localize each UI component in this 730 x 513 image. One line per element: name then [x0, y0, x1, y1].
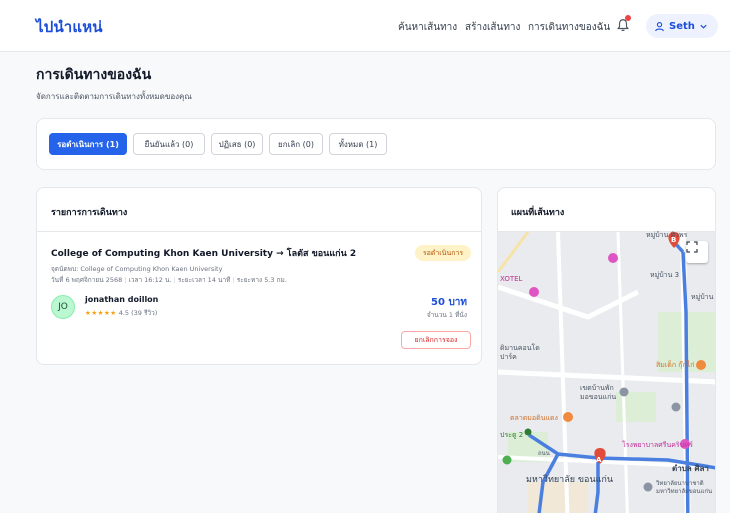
map-label-park: ดิมานคอนโด ปาร์ค — [500, 344, 540, 361]
nav-create-route[interactable]: สร้างเส้นทาง — [465, 20, 520, 35]
tab-all[interactable]: ทั้งหมด (1) — [329, 133, 387, 155]
fullscreen-glyph — [686, 241, 698, 253]
map-label-village-3: หมู่บ้าน 3 — [650, 271, 680, 279]
star-icons: ★★★★★ — [85, 309, 117, 317]
map-label-university: มหาวิทยาลัย ขอนแก่น — [526, 475, 613, 485]
trip-seats: จำนวน 1 ที่นั่ง — [426, 311, 467, 319]
status-badge: รอดำเนินการ — [415, 245, 471, 261]
map-label-tambon: ตำบล ศิลา — [672, 464, 709, 473]
top-navigation-bar: ไปนำแหน่ ค้นหาเส้นทาง สร้างเส้นทาง การเด… — [0, 0, 730, 52]
route-map-card: แผนที่เส้นทาง หมู่บ้าน ศิวพร หมู่บ้าน 3 … — [497, 187, 716, 513]
trip-time: เวลา 16:12 น. — [128, 276, 172, 284]
map-label-intl-college: วิทยาลัยนานาชาติ มหาวิทยาลัยขอนแก่น — [656, 480, 713, 495]
trip-pickup: จุดนัดพบ: College of Computing Khon Kaen… — [51, 265, 223, 273]
map-header: แผนที่เส้นทาง — [498, 188, 715, 232]
person-icon — [655, 21, 664, 31]
avatar: JO — [51, 295, 75, 319]
tab-pending[interactable]: รอดำเนินการ (1) — [49, 133, 127, 155]
nav-my-trips[interactable]: การเดินทางของฉัน — [528, 20, 610, 35]
page-subtitle: จัดการและติดตามการเดินทางทั้งหมดของคุณ — [36, 92, 192, 101]
user-name: Seth — [669, 20, 695, 32]
map-label-hospital: โรงพยาบาลศรีนครินทร์ — [622, 441, 693, 449]
notification-dot — [625, 15, 631, 21]
chevron-down-icon — [700, 24, 707, 29]
map-heading: แผนที่เส้นทาง — [511, 208, 565, 218]
fullscreen-icon[interactable] — [686, 241, 708, 263]
map-label-market: ตลาดมอดินแดง — [510, 414, 558, 422]
marker-b-label: B — [671, 236, 677, 244]
trip-list-card: รายการการเดินทาง College of Computing Kh… — [36, 187, 482, 365]
map-label-hotel: XOTEL — [500, 275, 523, 283]
tab-cancelled[interactable]: ยกเลิก (0) — [269, 133, 323, 155]
nav-search-routes[interactable]: ค้นหาเส้นทาง — [398, 20, 457, 35]
trip-distance: ระยะทาง 5.3 กม. — [236, 276, 287, 284]
trip-duration: ระยะเวลา 14 นาที — [177, 276, 231, 284]
route-map[interactable]: หมู่บ้าน ศิวพร หมู่บ้าน 3 หมู่บ้าน 2 XOT… — [498, 231, 715, 513]
map-label-guest-house: เขตบ้านพัก มอขอนแก่น — [580, 384, 617, 401]
page-title: การเดินทางของฉัน — [36, 67, 152, 83]
trip-price: 50 บาท — [431, 297, 467, 308]
map-label-pet: สิมเด็ก กุ๊กไก่ — [656, 361, 695, 369]
trip-list-header: รายการการเดินทาง — [37, 188, 481, 232]
map-label-village-sivaporn: หมู่บ้าน ศิวพร — [646, 231, 688, 239]
filter-tabs-card: รอดำเนินการ (1) ยืนยันแล้ว (0) ปฏิเสธ (0… — [36, 118, 716, 170]
map-label-village-2: หมู่บ้าน 2 — [691, 293, 715, 301]
bell-icon[interactable] — [616, 15, 632, 33]
trip-date: วันที่ 6 พฤศจิกายน 2568 — [51, 276, 123, 284]
driver-name: jonathan doillon — [85, 295, 159, 304]
trip-list-heading: รายการการเดินทาง — [51, 208, 128, 218]
cancel-booking-button[interactable]: ยกเลิกการจอง — [401, 331, 471, 349]
user-menu-button[interactable]: Seth — [646, 14, 718, 38]
tab-rejected[interactable]: ปฏิเสธ (0) — [211, 133, 263, 155]
rating-text: 4.5 (39 รีวิว) — [118, 309, 158, 317]
marker-a-label: A — [596, 456, 602, 464]
trip-title[interactable]: College of Computing Khon Kaen Universit… — [51, 246, 356, 260]
trip-details: วันที่ 6 พฤศจิกายน 2568 | เวลา 16:12 น. … — [51, 276, 287, 284]
driver-rating: ★★★★★ 4.5 (39 รีวิว) — [85, 308, 157, 318]
app-logo[interactable]: ไปนำแหน่ — [36, 15, 103, 39]
map-label-road: ถนน — [538, 450, 550, 457]
map-label-gate: ประตู 2 — [500, 431, 524, 439]
tab-confirmed[interactable]: ยืนยันแล้ว (0) — [133, 133, 205, 155]
